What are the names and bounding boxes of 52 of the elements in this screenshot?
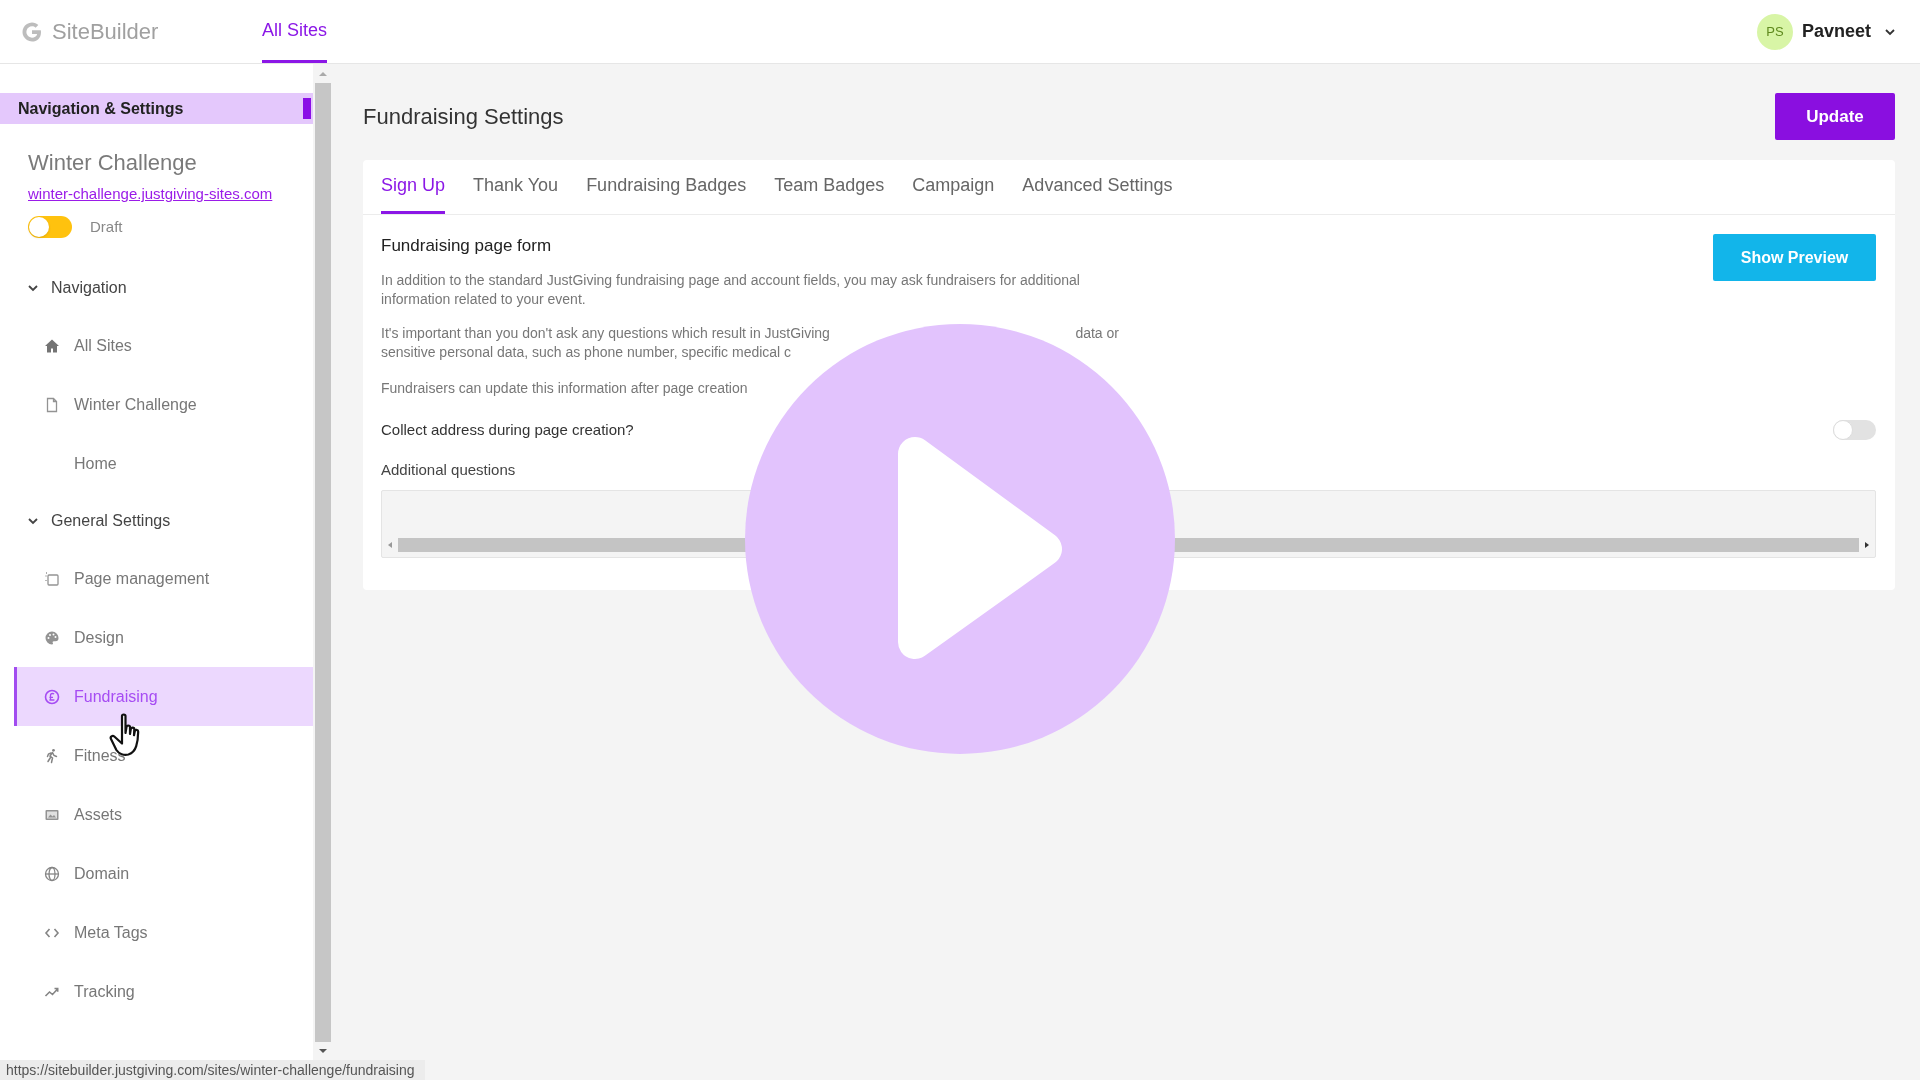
section-header[interactable]: General Settings <box>51 509 171 533</box>
sidebar-item[interactable]: Meta Tags <box>0 903 313 962</box>
collect-address-toggle[interactable] <box>1833 419 1876 440</box>
sidebar-item[interactable]: Fitness <box>0 726 313 785</box>
document-icon <box>44 396 60 413</box>
update-button[interactable]: Update <box>1775 93 1895 140</box>
scroll-down-arrow-icon[interactable] <box>318 1046 328 1056</box>
sidebar-item[interactable]: All Sites <box>0 316 313 375</box>
status-toggle[interactable] <box>28 215 72 238</box>
scroll-left-arrow-icon[interactable] <box>386 540 394 549</box>
page-title: Fundraising Settings <box>363 103 564 131</box>
intro-paragraph: In addition to the standard JustGiving fundraising page and account fields, you may ask fundraisers for additional information related to your event. <box>381 270 1081 309</box>
status-label: Draft <box>90 216 123 237</box>
user-avatar: PS <box>1756 13 1793 50</box>
site-name: Winter Challenge <box>28 149 197 177</box>
sidebar-item[interactable]: Tracking <box>0 962 313 1021</box>
collect-address-label: Collect address during page creation? <box>381 419 634 440</box>
site-link[interactable]: winter-challenge.justgiving-sites.com <box>28 183 273 206</box>
notice-text: It's important than you don't ask any questions which result in JustGiving <box>381 323 830 343</box>
scroll-up-arrow-icon[interactable] <box>318 69 328 79</box>
form-heading: Fundraising page form <box>381 235 553 257</box>
app-logo-text: SiteBuilder <box>52 18 159 46</box>
sidebar-item[interactable]: Winter Challenge <box>0 375 313 434</box>
scroll-right-arrow-icon[interactable] <box>1863 540 1871 549</box>
link-status-tooltip: https://sitebuilder.justgiving.com/sites/winter-challenge/fundraising <box>0 1060 425 1080</box>
globe-icon <box>44 865 60 882</box>
pages-icon <box>44 570 60 587</box>
sidebar-item[interactable]: Page management <box>0 549 313 608</box>
sidebar-item[interactable]: Home <box>0 434 313 493</box>
settings-tab[interactable]: Team Badges <box>774 160 885 214</box>
runner-icon <box>44 747 60 764</box>
sidebar-title: Navigation & Settings <box>18 98 184 119</box>
sidebar-item[interactable]: Assets <box>0 785 313 844</box>
home-icon <box>44 337 60 354</box>
sidebar-item[interactable]: Domain <box>0 844 313 903</box>
pound-coin-icon <box>44 688 60 705</box>
sidebar-item[interactable]: Fundraising <box>14 667 313 726</box>
sidebar-item[interactable]: Design <box>0 608 313 667</box>
section-header[interactable]: Navigation <box>51 276 127 300</box>
settings-tab[interactable]: Fundraising Badges <box>586 160 747 214</box>
settings-tab[interactable]: Campaign <box>912 160 995 214</box>
additional-questions-label: Additional questions <box>381 460 517 480</box>
scrollbar-thumb[interactable] <box>315 83 331 1042</box>
collapse-handle[interactable] <box>303 98 311 119</box>
palette-icon <box>44 629 60 646</box>
update-note: Fundraisers can update this information after page creation <box>381 378 749 398</box>
settings-tab[interactable]: Sign Up <box>381 160 446 214</box>
user-name[interactable]: Pavneet <box>1801 18 1871 45</box>
settings-tab[interactable]: Advanced Settings <box>1022 160 1173 214</box>
notice-text: sensitive personal data, such as phone number, specific medical c <box>381 342 793 362</box>
settings-tab[interactable]: Thank You <box>473 160 559 214</box>
notice-text: data or <box>1075 323 1119 343</box>
